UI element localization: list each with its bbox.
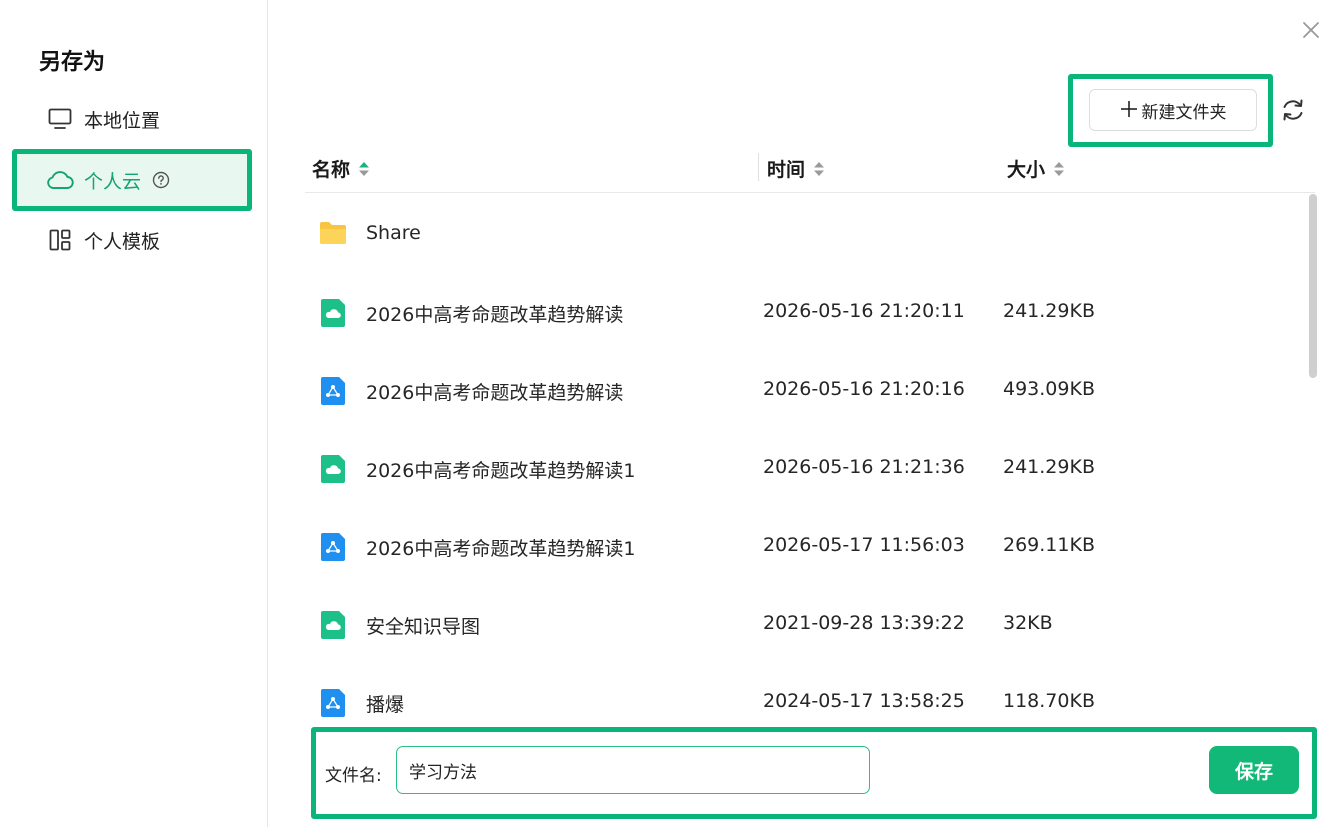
file-size: 32KB [1003,612,1053,634]
file-row[interactable]: 安全知识导图 2021-09-28 13:39:22 32KB [305,586,1305,664]
file-name: 2026中高考命题改革趋势解读 [366,382,624,404]
file-time: 2026-05-17 11:56:03 [763,534,965,556]
sidebar-item-label: 本地位置 [84,109,161,132]
sidebar-item-local[interactable]: 本地位置 [16,90,248,148]
folder-icon [319,220,347,250]
refresh-button[interactable] [1279,96,1307,124]
column-header-size[interactable]: 大小 [1007,155,1065,182]
filename-label: 文件名: [325,766,382,786]
file-time: 2026-05-16 21:20:11 [763,300,965,322]
cloud-doc-icon [319,454,347,484]
cloud-doc-icon [319,298,347,328]
sort-icon [813,161,825,177]
save-button[interactable]: 保存 [1209,746,1299,794]
file-size: 241.29KB [1003,300,1095,322]
footer-bar: 文件名: 保存 [311,729,1316,815]
close-icon [1303,22,1319,38]
column-header-name[interactable]: 名称 [312,155,370,182]
monitor-icon [46,105,74,133]
file-row[interactable]: 2026中高考命题改革趋势解读 2026-05-16 21:20:11 241.… [305,274,1305,352]
file-name: 播爆 [366,694,405,716]
file-size: 118.70KB [1003,690,1095,712]
new-folder-label: 新建文件夹 [1141,102,1227,123]
file-row-folder[interactable]: Share [305,196,1305,274]
file-name: 安全知识导图 [366,616,481,638]
column-header-time[interactable]: 时间 [767,155,825,182]
filename-input[interactable] [396,746,870,794]
table-header: 名称 时间 大小 [305,145,1315,193]
file-name: Share [366,222,421,244]
sidebar: 另存为 本地位置 个人云 个人模板 [0,0,268,827]
refresh-icon [1283,99,1303,121]
sidebar-item-label: 个人模板 [84,230,161,253]
file-size: 269.11KB [1003,534,1095,556]
column-header-label: 时间 [767,159,806,181]
file-row[interactable]: 2026中高考命题改革趋势解读1 2026-05-16 21:21:36 241… [305,430,1305,508]
sort-icon [1053,161,1065,177]
sidebar-item-cloud[interactable]: 个人云 [16,151,248,209]
mindmap-doc-icon [319,376,347,406]
file-size: 493.09KB [1003,378,1095,400]
file-list: Share 2026中高考命题改革趋势解读 2026-05-16 21:20:1… [305,196,1305,724]
file-row[interactable]: 2026中高考命题改革趋势解读 2026-05-16 21:20:16 493.… [305,352,1305,430]
scrollbar[interactable] [1309,194,1317,378]
column-header-label: 大小 [1007,159,1046,181]
file-row[interactable]: 2026中高考命题改革趋势解读1 2026-05-17 11:56:03 269… [305,508,1305,586]
plus-icon [1120,98,1138,122]
mindmap-doc-icon [319,688,347,718]
new-folder-button[interactable]: 新建文件夹 [1089,89,1257,131]
file-row[interactable]: 播爆 2024-05-17 13:58:25 118.70KB [305,664,1305,724]
mindmap-doc-icon [319,532,347,562]
file-name: 2026中高考命题改革趋势解读1 [366,538,636,560]
file-time: 2021-09-28 13:39:22 [763,612,965,634]
column-divider[interactable] [758,153,759,181]
sidebar-item-label: 个人云 [84,170,142,193]
file-name: 2026中高考命题改革趋势解读 [366,304,624,326]
close-button[interactable] [1298,17,1324,43]
file-size: 241.29KB [1003,456,1095,478]
file-name: 2026中高考命题改革趋势解读1 [366,460,636,482]
help-icon[interactable] [151,170,171,190]
file-time: 2026-05-16 21:21:36 [763,456,965,478]
column-header-label: 名称 [312,159,351,181]
sort-icon [358,161,370,177]
template-icon [46,226,74,254]
dialog-title: 另存为 [39,50,106,75]
cloud-icon [46,166,74,194]
file-time: 2026-05-16 21:20:16 [763,378,965,400]
sidebar-item-template[interactable]: 个人模板 [16,211,248,269]
cloud-doc-icon [319,610,347,640]
file-time: 2024-05-17 13:58:25 [763,690,965,712]
